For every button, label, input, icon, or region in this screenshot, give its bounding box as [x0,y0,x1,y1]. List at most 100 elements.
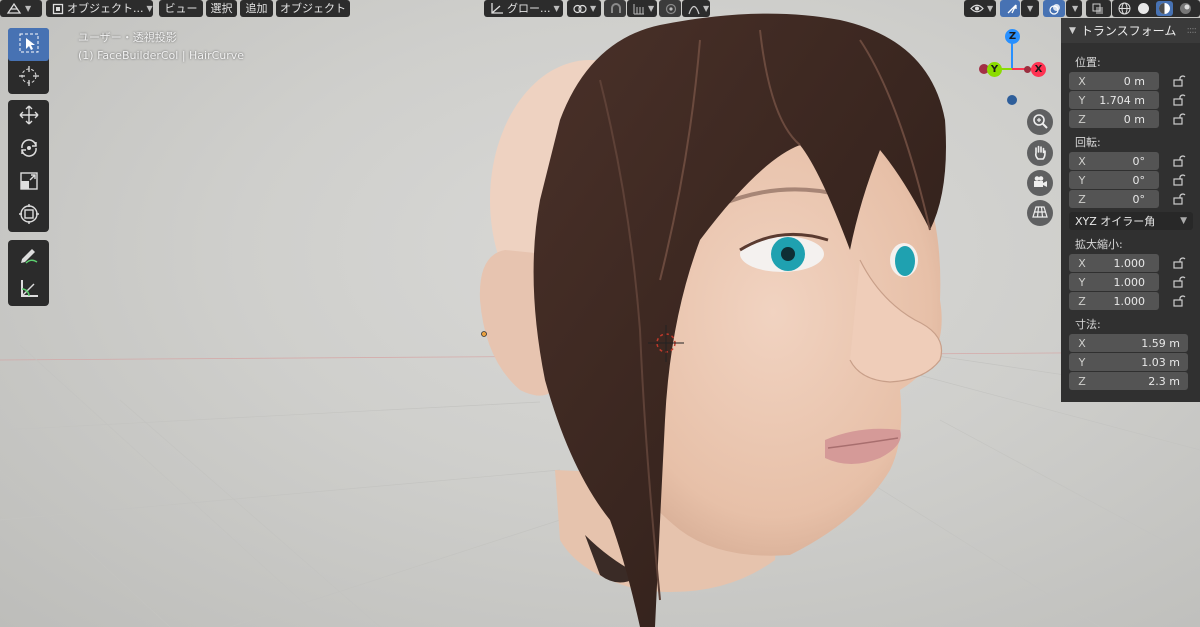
mode-selector[interactable]: オブジェクト... ▼ [46,0,153,17]
3d-viewport[interactable]: ユーザー・透視投影 (1) FaceBuilderCol | HairCurve… [0,0,1200,627]
visibility-selector[interactable]: ▼ [964,0,996,17]
transform-panel-header[interactable]: ▼ トランスフォーム :::: [1061,18,1200,43]
lock-icon[interactable] [1172,192,1186,206]
scale-z-field[interactable]: Z 1.000 [1069,292,1159,310]
xray-toggle[interactable] [1086,0,1111,17]
menu-add[interactable]: 追加 [240,0,273,17]
transform-panel-title: トランスフォーム [1080,24,1177,38]
overlays-dropdown[interactable]: ▼ [1066,0,1082,17]
chevron-down-icon: ▼ [648,4,655,13]
dimensions-z-field[interactable]: Z 2.3 m [1069,372,1188,390]
lock-icon[interactable] [1172,256,1186,270]
scale-x-value: 1.000 [1113,256,1146,270]
lock-icon[interactable] [1172,173,1186,187]
tool-select-box[interactable] [8,28,49,61]
tool-rotate[interactable] [8,133,49,166]
eye-icon [970,3,984,14]
lock-icon[interactable] [1172,154,1186,168]
axis-label: X [1078,256,1086,270]
lock-icon[interactable] [1172,93,1186,107]
dimensions-x-field[interactable]: X 1.59 m [1069,334,1188,352]
axis-label: X [1078,154,1086,168]
solid-shading-icon[interactable] [1137,2,1150,15]
zoom-icon [1032,113,1048,132]
dimensions-y-field[interactable]: Y 1.03 m [1069,353,1188,371]
lock-icon[interactable] [1172,112,1186,126]
tool-scale[interactable] [8,166,49,199]
editor-type-button[interactable]: ▼ [0,0,42,17]
falloff-curve-icon [688,3,700,15]
location-x-field[interactable]: X 0 m [1069,72,1159,90]
magnet-icon [610,2,622,15]
gizmo-axis-z[interactable]: Z [1005,29,1020,44]
gizmo-toggle[interactable] [1000,0,1020,17]
lock-icon[interactable] [1172,275,1186,289]
camera-view-button[interactable] [1027,170,1053,196]
drag-grip-icon[interactable]: :::: [1187,25,1198,36]
location-x-value: 0 m [1123,74,1145,88]
pivot-icon [573,3,587,15]
gizmo-axis-y[interactable]: Y [987,62,1002,77]
rotation-y-value: 0° [1132,173,1146,187]
rendered-shading-icon[interactable] [1179,2,1192,15]
gizmo-axis-y-neg[interactable] [1024,66,1031,73]
rotation-mode-value: XYZ オイラー角 [1075,215,1156,228]
scale-y-value: 1.000 [1113,275,1146,289]
object-mode-icon [52,3,64,15]
dimensions-x-value: 1.59 m [1141,336,1180,350]
axis-label: Z [1078,374,1086,388]
scale-y-field[interactable]: Y 1.000 [1069,273,1159,291]
menu-view[interactable]: ビュー [159,0,203,17]
tool-move[interactable] [8,100,49,133]
editor-type-icon [6,2,22,15]
material-shading-icon[interactable] [1156,1,1173,16]
rotation-y-field[interactable]: Y 0° [1069,171,1159,189]
overlays-toggle[interactable] [1043,0,1065,17]
pan-button[interactable] [1027,140,1053,166]
projection-toggle-button[interactable] [1027,200,1053,226]
rotation-z-field[interactable]: Z 0° [1069,190,1159,208]
pivot-point-selector[interactable]: ▼ [567,0,601,17]
axis-label: X [1078,74,1086,88]
proportional-edit-toggle[interactable] [659,0,681,17]
move-icon [18,104,40,129]
toolbar-transform-group [8,100,49,232]
gizmo-dropdown[interactable]: ▼ [1021,0,1039,17]
object-info-label: (1) FaceBuilderCol | HairCurve [78,49,245,62]
chevron-down-icon: ▼ [553,4,560,13]
annotate-icon [18,244,40,269]
proportional-falloff-selector[interactable]: ▼ [682,0,710,17]
lock-icon[interactable] [1172,74,1186,88]
chevron-down-icon: ▼ [590,4,597,13]
axis-label: Y [1078,173,1086,187]
axis-label: Z [1078,192,1086,206]
lock-icon[interactable] [1172,294,1186,308]
gizmo-axis-x[interactable]: X [1031,62,1046,77]
snap-target-selector[interactable]: ▼ [627,0,657,17]
tool-measure[interactable] [8,273,49,306]
location-y-field[interactable]: Y 1.704 m [1069,91,1159,109]
head-model[interactable] [0,0,1200,627]
wireframe-shading-icon[interactable] [1118,2,1131,15]
dimensions-label: 寸法: [1075,318,1101,331]
menu-select[interactable]: 選択 [206,0,237,17]
transform-orientation-selector[interactable]: グロー... ▼ [484,0,563,17]
rotation-x-field[interactable]: X 0° [1069,152,1159,170]
viewport-header: ▼ オブジェクト... ▼ ビュー 選択 追加 オブジェクト グロー... ▼ … [0,0,1200,18]
scale-x-field[interactable]: X 1.000 [1069,254,1159,272]
tool-cursor[interactable] [8,61,49,94]
tool-annotate[interactable] [8,240,49,273]
chevron-down-icon: ▼ [1072,4,1079,13]
menu-object[interactable]: オブジェクト [276,0,350,17]
toolbar-annotate-group [8,240,49,306]
chevron-down-icon: ▼ [25,4,32,13]
scale-icon [18,170,40,195]
tool-transform[interactable] [8,199,49,232]
hand-icon [1032,144,1048,163]
shading-mode-group[interactable] [1112,0,1200,17]
snap-toggle[interactable] [604,0,626,17]
location-z-value: 0 m [1123,112,1145,126]
rotation-mode-dropdown[interactable]: XYZ オイラー角 ▼ [1069,212,1193,230]
zoom-button[interactable] [1027,109,1053,135]
location-z-field[interactable]: Z 0 m [1069,110,1159,128]
